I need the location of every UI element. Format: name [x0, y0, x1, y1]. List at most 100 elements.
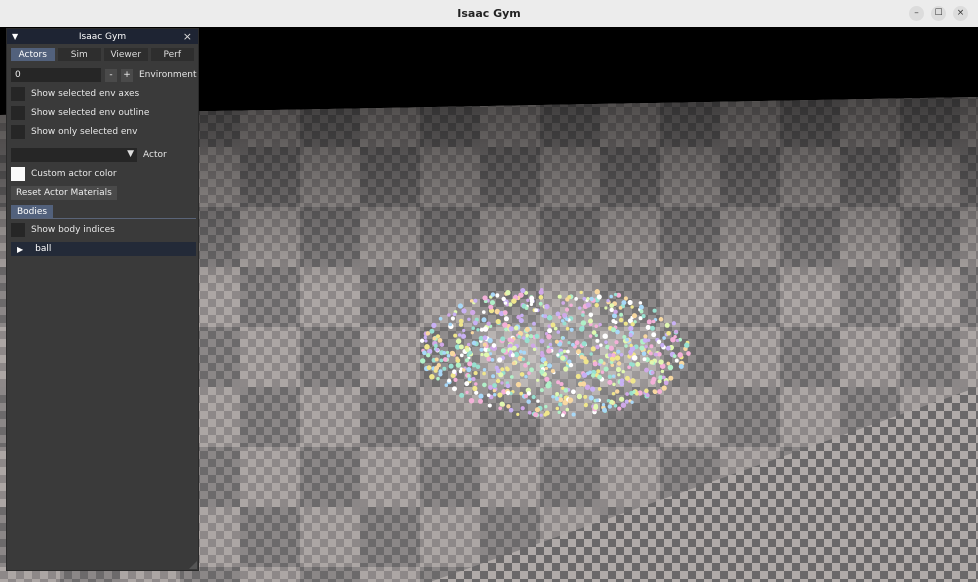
ball: [583, 394, 588, 399]
minimize-button[interactable]: –: [909, 6, 924, 21]
expand-arrow-icon[interactable]: ▶: [17, 245, 23, 254]
maximize-button[interactable]: ☐: [931, 6, 946, 21]
ball: [550, 322, 556, 328]
show-env-outline-checkbox[interactable]: [11, 106, 25, 120]
ball: [495, 318, 501, 325]
ball: [625, 392, 629, 396]
ball: [487, 348, 491, 352]
ball: [628, 362, 634, 367]
ball: [471, 326, 475, 330]
ball: [556, 380, 561, 385]
tree-item-ball[interactable]: ▶ ball: [11, 242, 196, 256]
ball: [619, 352, 624, 357]
dropdown-arrow-icon[interactable]: ▼: [127, 149, 134, 159]
ball: [671, 321, 677, 326]
ball: [652, 389, 657, 394]
ball: [461, 333, 467, 339]
ball: [526, 298, 530, 302]
ball: [565, 349, 570, 354]
ball: [425, 331, 431, 336]
ball: [563, 387, 569, 393]
environment-plus-button[interactable]: +: [121, 68, 133, 82]
ball: [466, 342, 471, 347]
reset-actor-materials-button[interactable]: Reset Actor Materials: [11, 186, 117, 200]
ball: [628, 332, 633, 338]
tab-sim[interactable]: Sim: [57, 48, 101, 61]
ball: [580, 320, 587, 326]
ball: [476, 328, 480, 332]
ball: [539, 338, 545, 344]
tab-perf[interactable]: Perf: [150, 48, 194, 61]
ball: [611, 374, 616, 378]
ball: [656, 339, 662, 344]
ball: [436, 376, 440, 381]
ball: [527, 410, 532, 415]
ball: [455, 362, 462, 368]
ball: [525, 333, 529, 338]
ball: [490, 358, 495, 362]
ball: [492, 392, 497, 397]
ball: [500, 348, 506, 354]
actor-combo[interactable]: ▼: [11, 148, 137, 162]
ball: [643, 334, 648, 339]
ball: [473, 298, 478, 303]
ball: [600, 370, 605, 374]
environment-input[interactable]: 0: [11, 68, 101, 82]
ball: [595, 344, 600, 350]
ball: [453, 377, 458, 382]
ball: [651, 376, 657, 382]
ball: [446, 354, 451, 358]
ball: [657, 389, 663, 395]
ball: [511, 361, 516, 366]
show-only-env-checkbox[interactable]: [11, 125, 25, 139]
ball: [557, 294, 562, 299]
ball: [465, 390, 469, 395]
resize-grip-icon[interactable]: [189, 561, 197, 569]
show-body-indices-checkbox[interactable]: [11, 223, 25, 237]
tree-item-label: ball: [35, 244, 52, 254]
ball: [613, 404, 618, 408]
ball: [497, 357, 503, 363]
ball: [481, 310, 486, 314]
ball: [466, 367, 472, 373]
panel-close-icon[interactable]: ×: [183, 30, 192, 43]
ball: [455, 338, 462, 344]
ball: [558, 315, 562, 319]
ball: [594, 333, 598, 338]
ball: [524, 337, 530, 344]
ball: [495, 368, 501, 374]
tab-bodies[interactable]: Bodies: [11, 205, 54, 218]
ball: [565, 407, 570, 412]
ball: [519, 372, 525, 377]
tab-viewer[interactable]: Viewer: [104, 48, 148, 61]
close-button[interactable]: ×: [953, 6, 968, 21]
ball: [661, 385, 667, 391]
ball: [452, 369, 457, 374]
ball: [662, 336, 666, 340]
ball: [618, 396, 625, 402]
show-env-axes-checkbox[interactable]: [11, 87, 25, 101]
ball: [478, 393, 484, 399]
ball: [602, 407, 607, 413]
ball: [658, 359, 664, 365]
tab-actors[interactable]: Actors: [11, 48, 55, 61]
ball: [607, 379, 613, 385]
ball: [544, 304, 549, 309]
ball: [561, 336, 566, 340]
ball: [616, 349, 621, 354]
ball: [522, 350, 527, 355]
ball: [489, 300, 496, 306]
ball: [447, 378, 452, 383]
ball: [644, 367, 649, 373]
ball: [453, 333, 458, 338]
custom-actor-color-swatch[interactable]: [11, 167, 25, 181]
ball: [455, 356, 459, 360]
ball: [524, 326, 530, 332]
environment-minus-button[interactable]: -: [105, 68, 117, 82]
ball: [583, 358, 589, 365]
ball: [488, 385, 493, 390]
ball: [495, 378, 501, 384]
ball: [588, 395, 594, 401]
panel-header[interactable]: ▼ Isaac Gym ×: [7, 29, 198, 44]
ball: [614, 340, 619, 345]
